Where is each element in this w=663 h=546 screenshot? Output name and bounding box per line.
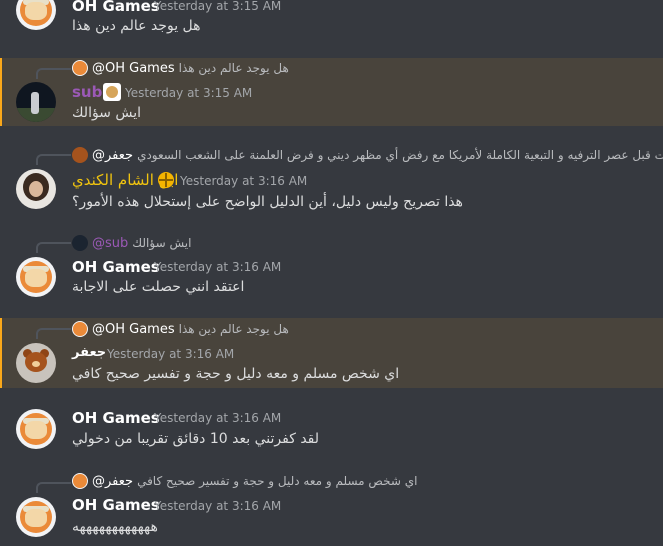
message-text: اعتقد انني حصلت على الاجابة [72, 279, 245, 295]
avatar[interactable] [16, 169, 56, 209]
message: OH Games Yesterday at 3:15 AM هل يوجد عا… [0, 0, 663, 44]
author-name[interactable]: OH Games [72, 258, 160, 276]
reply-preview[interactable]: @جعفر كانت قبل عصر الترفيه و التبعية الك… [72, 147, 663, 163]
reply-connector [36, 242, 71, 253]
reply-author[interactable]: @جعفر [92, 474, 133, 489]
reply-text[interactable]: هل يوجد عالم دين هذا [179, 61, 289, 75]
message: @sub ايش سؤالك OH Games Yesterday at 3:1… [0, 232, 663, 304]
author-name[interactable]: OH Games [72, 409, 160, 427]
message: @OH Games هل يوجد عالم دين هذا sub Yeste… [0, 58, 663, 126]
message: @OH Games هل يوجد عالم دين هذا جعفر Yest… [0, 318, 663, 388]
reply-preview[interactable]: @جعفر اي شخص مسلم و معه دليل و حجة و تفس… [72, 473, 417, 489]
avatar[interactable] [16, 0, 56, 30]
avatar[interactable] [16, 257, 56, 297]
timestamp: Yesterday at 3:15 AM [125, 86, 253, 100]
author-name[interactable]: OH Games [72, 496, 160, 514]
reply-preview[interactable]: @OH Games هل يوجد عالم دين هذا [72, 321, 289, 337]
author-name[interactable]: OH Games [72, 0, 160, 15]
reply-avatar [72, 321, 88, 337]
timestamp: Yesterday at 3:16 AM [154, 260, 282, 274]
reply-text[interactable]: اي شخص مسلم و معه دليل و حجة و تفسير صحي… [137, 474, 417, 488]
reply-connector [36, 482, 71, 493]
message-text: ههههههههههههه [72, 519, 158, 535]
reply-text[interactable]: هل يوجد عالم دين هذا [179, 322, 289, 336]
timestamp: Yesterday at 3:16 AM [154, 411, 282, 425]
role-badge-icon [103, 83, 121, 101]
avatar[interactable] [16, 82, 56, 122]
reply-text[interactable]: كانت قبل عصر الترفيه و التبعية الكاملة ل… [137, 148, 663, 162]
reply-connector [36, 68, 71, 79]
reply-preview[interactable]: @sub ايش سؤالك [72, 235, 191, 251]
author-name[interactable]: sub [72, 83, 102, 101]
avatar[interactable] [16, 409, 56, 449]
reply-author[interactable]: @OH Games [92, 61, 175, 76]
reply-author[interactable]: @جعفر [92, 148, 133, 163]
message: @جعفر اي شخص مسلم و معه دليل و حجة و تفس… [0, 472, 663, 546]
timestamp: Yesterday at 3:16 AM [180, 174, 308, 188]
avatar[interactable] [16, 497, 56, 537]
reply-avatar [72, 473, 88, 489]
reply-connector [36, 154, 71, 165]
message: @جعفر كانت قبل عصر الترفيه و التبعية الك… [0, 144, 663, 216]
author-name[interactable]: جعفر [72, 345, 106, 360]
timestamp: Yesterday at 3:16 AM [107, 347, 235, 361]
reply-avatar [72, 235, 88, 251]
message-text: هل يوجد عالم دين هذا [72, 18, 201, 34]
message-text: اي شخص مسلم و معه دليل و حجة و تفسير صحي… [72, 366, 400, 382]
reply-avatar [72, 60, 88, 76]
message-text: لقد كفرتني بعد 10 دقائق تقريبا من دخولي [72, 431, 320, 447]
avatar[interactable] [16, 343, 56, 383]
message-text: ايش سؤالك [72, 105, 142, 121]
reply-author[interactable]: @OH Games [92, 322, 175, 337]
reply-connector [36, 328, 71, 339]
reply-author[interactable]: @sub [92, 236, 128, 251]
message-text: هذا تصريح وليس دليل، أين الدليل الواضح ع… [72, 194, 463, 210]
globe-icon [158, 172, 174, 188]
reply-text[interactable]: ايش سؤالك [132, 236, 191, 250]
timestamp: Yesterday at 3:15 AM [154, 0, 282, 13]
reply-avatar [72, 147, 88, 163]
reply-preview[interactable]: @OH Games هل يوجد عالم دين هذا [72, 60, 289, 76]
message: OH Games Yesterday at 3:16 AM لقد كفرتني… [0, 404, 663, 454]
timestamp: Yesterday at 3:16 AM [154, 499, 282, 513]
